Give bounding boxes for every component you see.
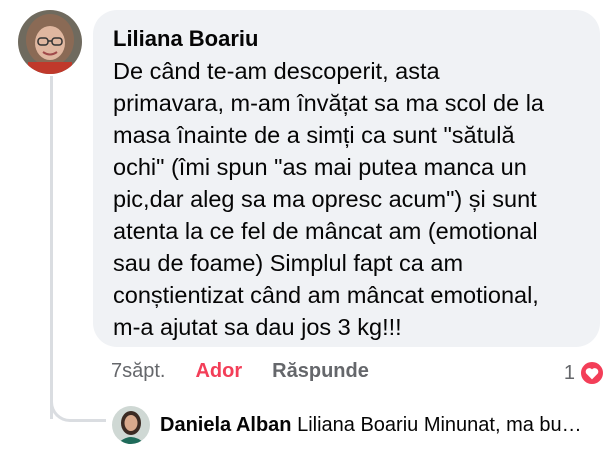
profile-photo [18, 10, 82, 74]
thread-line [50, 76, 53, 419]
reply-button[interactable]: Răspunde [272, 360, 369, 383]
comment-author[interactable]: Liliana Boariu [113, 25, 580, 53]
reply-text: Liliana Boariu Minunat, ma bu… [297, 413, 582, 436]
comment-bubble: Liliana Boariu De când te-am descoperit,… [93, 10, 600, 347]
reply-profile-photo [112, 406, 150, 444]
reaction-count: 1 [563, 361, 575, 384]
like-button[interactable]: Ador [195, 360, 242, 383]
reply-author[interactable]: Daniela Alban [160, 414, 292, 436]
avatar[interactable] [18, 10, 82, 74]
reply-preview[interactable]: Daniela Alban Liliana Boariu Minunat, ma… [112, 406, 607, 444]
heart-icon [579, 360, 605, 386]
comment-text: De când te-am descoperit, asta primavara… [113, 58, 544, 340]
comment-actions: 7săpt. Ador Răspunde [111, 360, 369, 383]
reaction-summary[interactable]: 1 [564, 360, 605, 386]
comment-timestamp[interactable]: 7săpt. [111, 360, 165, 383]
thread-connector [50, 396, 106, 422]
reply-avatar[interactable] [112, 406, 150, 444]
reply-snippet: Daniela Alban Liliana Boariu Minunat, ma… [160, 414, 582, 437]
